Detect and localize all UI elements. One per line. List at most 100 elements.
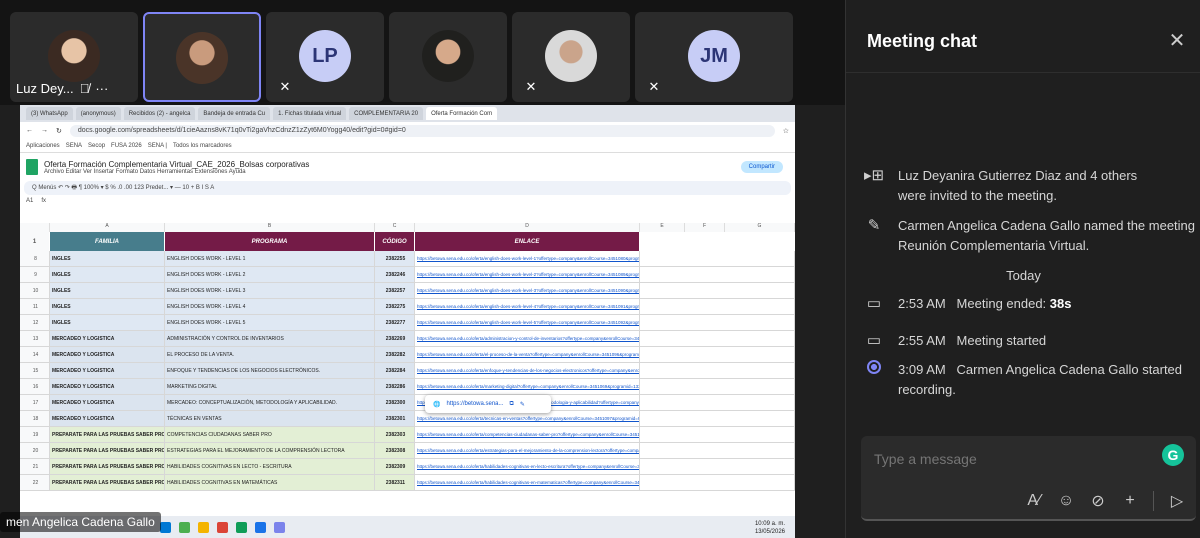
cell-empty[interactable] [640, 443, 795, 458]
doc-title[interactable]: Oferta Formación Complementaria Virtual_… [44, 160, 309, 169]
participant-tile-selected[interactable] [143, 12, 261, 102]
browser-tab[interactable]: Recibidos (2) - angelca [123, 107, 196, 120]
cell-enlace[interactable]: https://betowa.sena.edu.co/oferta/habili… [415, 459, 640, 474]
cell-programa[interactable]: ADMINISTRACIÓN Y CONTROL DE INVENTARIOS [165, 331, 375, 346]
browser-tab[interactable]: Oferta Formación Com [426, 107, 498, 120]
browser-tab[interactable]: (3) WhatsApp [26, 107, 73, 120]
cell-empty[interactable] [640, 347, 795, 362]
cell-enlace[interactable]: https://betowa.sena.edu.co/oferta/englis… [415, 267, 640, 282]
browser-tab[interactable]: COMPLEMENTARIA 20 [349, 107, 424, 120]
cell-codigo[interactable]: 2382301 [375, 411, 415, 426]
cell-familia[interactable]: INGLES [50, 299, 165, 314]
plus-icon[interactable]: + [1121, 492, 1139, 510]
forward-icon[interactable]: → [41, 127, 48, 134]
share-button[interactable]: Compartir [740, 161, 783, 173]
cell-programa[interactable]: ENGLISH DOES WORK - LEVEL 2 [165, 267, 375, 282]
sheets-icon[interactable] [236, 521, 247, 533]
row-number[interactable]: 22 [20, 475, 50, 490]
cell-familia[interactable]: MERCADEO Y LOGISTICA [50, 379, 165, 394]
cell-enlace[interactable]: https://betowa.sena.edu.co/oferta/habili… [415, 475, 640, 490]
cell-enlace[interactable]: https://betowa.sena.edu.co/oferta/market… [415, 379, 640, 394]
cell-programa[interactable]: HABILIDADES COGNITIVAS EN LECTO - ESCRIT… [165, 459, 375, 474]
cell-familia[interactable]: MERCADEO Y LOGISTICA [50, 411, 165, 426]
row-number[interactable]: 11 [20, 299, 50, 314]
reload-icon[interactable]: ↻ [56, 127, 62, 135]
teams-icon[interactable] [274, 521, 285, 533]
browser-tab[interactable]: (anonymous) [75, 107, 121, 120]
cell-enlace[interactable]: https://betowa.sena.edu.co/oferta/tecnic… [415, 411, 640, 426]
cell-codigo[interactable]: 2382246 [375, 267, 415, 282]
bookmark-item[interactable]: SENA [66, 143, 82, 149]
cell-empty[interactable] [640, 475, 795, 490]
chrome-icon[interactable] [255, 521, 266, 533]
more-options-icon[interactable]: ··· [95, 81, 108, 96]
cell-codigo[interactable]: 2382311 [375, 475, 415, 490]
format-icon[interactable]: A∕ [1025, 492, 1043, 510]
row-number[interactable]: 19 [20, 427, 50, 442]
bookmark-item[interactable]: Todos los marcadores [173, 143, 232, 149]
row-number[interactable]: 14 [20, 347, 50, 362]
cell-codigo[interactable]: 2382269 [375, 331, 415, 346]
cell-empty[interactable] [640, 363, 795, 378]
cell-enlace[interactable]: https://betowa.sena.edu.co/oferta/englis… [415, 283, 640, 298]
cell-codigo[interactable]: 2382286 [375, 379, 415, 394]
cell-codigo[interactable]: 2382284 [375, 363, 415, 378]
participant-tile[interactable]: ✕ [512, 12, 630, 102]
cell-enlace[interactable]: https://betowa.sena.edu.co/oferta/estrat… [415, 443, 640, 458]
cell-programa[interactable]: COMPETENCIAS CIUDADANAS SABER PRO [165, 427, 375, 442]
cell-familia[interactable]: MERCADEO Y LOGISTICA [50, 395, 165, 410]
cell-familia[interactable]: PREPARATE PARA LAS PRUEBAS SABER PRO [50, 427, 165, 442]
menu-bar[interactable]: Archivo Editar Ver Insertar Formato Dato… [44, 169, 309, 175]
cell-familia[interactable]: INGLES [50, 283, 165, 298]
participant-tile[interactable]: LP ✕ [266, 12, 384, 102]
cell-programa[interactable]: ENGLISH DOES WORK - LEVEL 1 [165, 251, 375, 266]
cell-familia[interactable]: MERCADEO Y LOGISTICA [50, 331, 165, 346]
back-icon[interactable]: ← [26, 127, 33, 134]
cell-programa[interactable]: TÉCNICAS EN VENTAS [165, 411, 375, 426]
cell-codigo[interactable]: 2382300 [375, 395, 415, 410]
cell-empty[interactable] [640, 283, 795, 298]
cell-programa[interactable]: MERCADEO: CONCEPTUALIZACIÓN, METODOLOGÍA… [165, 395, 375, 410]
cell-empty[interactable] [640, 411, 795, 426]
cell-familia[interactable]: MERCADEO Y LOGISTICA [50, 363, 165, 378]
cell-programa[interactable]: MARKETING DIGITAL [165, 379, 375, 394]
cell-enlace[interactable]: https://betowa.sena.edu.co/oferta/admini… [415, 331, 640, 346]
cell-familia[interactable]: INGLES [50, 251, 165, 266]
sheet-toolbar[interactable]: Q Menús ↶ ↷ 🖶 ¶ 100% ▾ $ % .0 .00 123 Pr… [24, 181, 791, 195]
cell-enlace[interactable]: https://betowa.sena.edu.co/oferta/englis… [415, 315, 640, 330]
cell-enlace[interactable]: https://betowa.sena.edu.co/oferta/el-pro… [415, 347, 640, 362]
cell-empty[interactable] [640, 379, 795, 394]
popup-link[interactable]: https://betowa.sena... [446, 401, 503, 407]
folder-icon[interactable] [198, 521, 209, 533]
cell-codigo[interactable]: 2382282 [375, 347, 415, 362]
bookmark-item[interactable]: SENA | [148, 143, 167, 149]
cell-programa[interactable]: HABILIDADES COGNITIVAS EN MATEMÁTICAS [165, 475, 375, 490]
browser-tab[interactable]: 1. Fichas titulada virtual [273, 107, 347, 120]
cell-programa[interactable]: EL PROCESO DE LA VENTA. [165, 347, 375, 362]
cell-empty[interactable] [640, 251, 795, 266]
participant-tile[interactable] [389, 12, 507, 102]
close-icon[interactable]: ✕ [1166, 29, 1188, 52]
cell-familia[interactable]: PREPARATE PARA LAS PRUEBAS SABER PRO [50, 443, 165, 458]
cell-empty[interactable] [640, 459, 795, 474]
row-number[interactable]: 18 [20, 411, 50, 426]
row-number[interactable]: 17 [20, 395, 50, 410]
cell-codigo[interactable]: 2382275 [375, 299, 415, 314]
participant-tile[interactable]: Luz Dey... 🎙̸ ··· [10, 12, 138, 102]
app-icon[interactable] [179, 521, 190, 533]
cell-programa[interactable]: ENGLISH DOES WORK - LEVEL 3 [165, 283, 375, 298]
loop-icon[interactable]: ⊘ [1089, 491, 1107, 511]
bookmark-item[interactable]: Secop [88, 143, 105, 149]
cell-enlace[interactable]: https://betowa.sena.edu.co/oferta/enfoqu… [415, 363, 640, 378]
cell-codigo[interactable]: 2382255 [375, 251, 415, 266]
row-number[interactable]: 20 [20, 443, 50, 458]
header-familia[interactable]: FAMILIA [50, 232, 165, 251]
edit-icon[interactable]: ✎ [520, 401, 525, 408]
cell-empty[interactable] [640, 267, 795, 282]
star-icon[interactable]: ☆ [783, 127, 789, 135]
row-number[interactable]: 16 [20, 379, 50, 394]
cell-reference[interactable]: A1 [26, 198, 33, 204]
grammarly-icon[interactable]: G [1162, 444, 1184, 466]
cell-empty[interactable] [640, 395, 795, 410]
cell-programa[interactable]: ENGLISH DOES WORK - LEVEL 4 [165, 299, 375, 314]
